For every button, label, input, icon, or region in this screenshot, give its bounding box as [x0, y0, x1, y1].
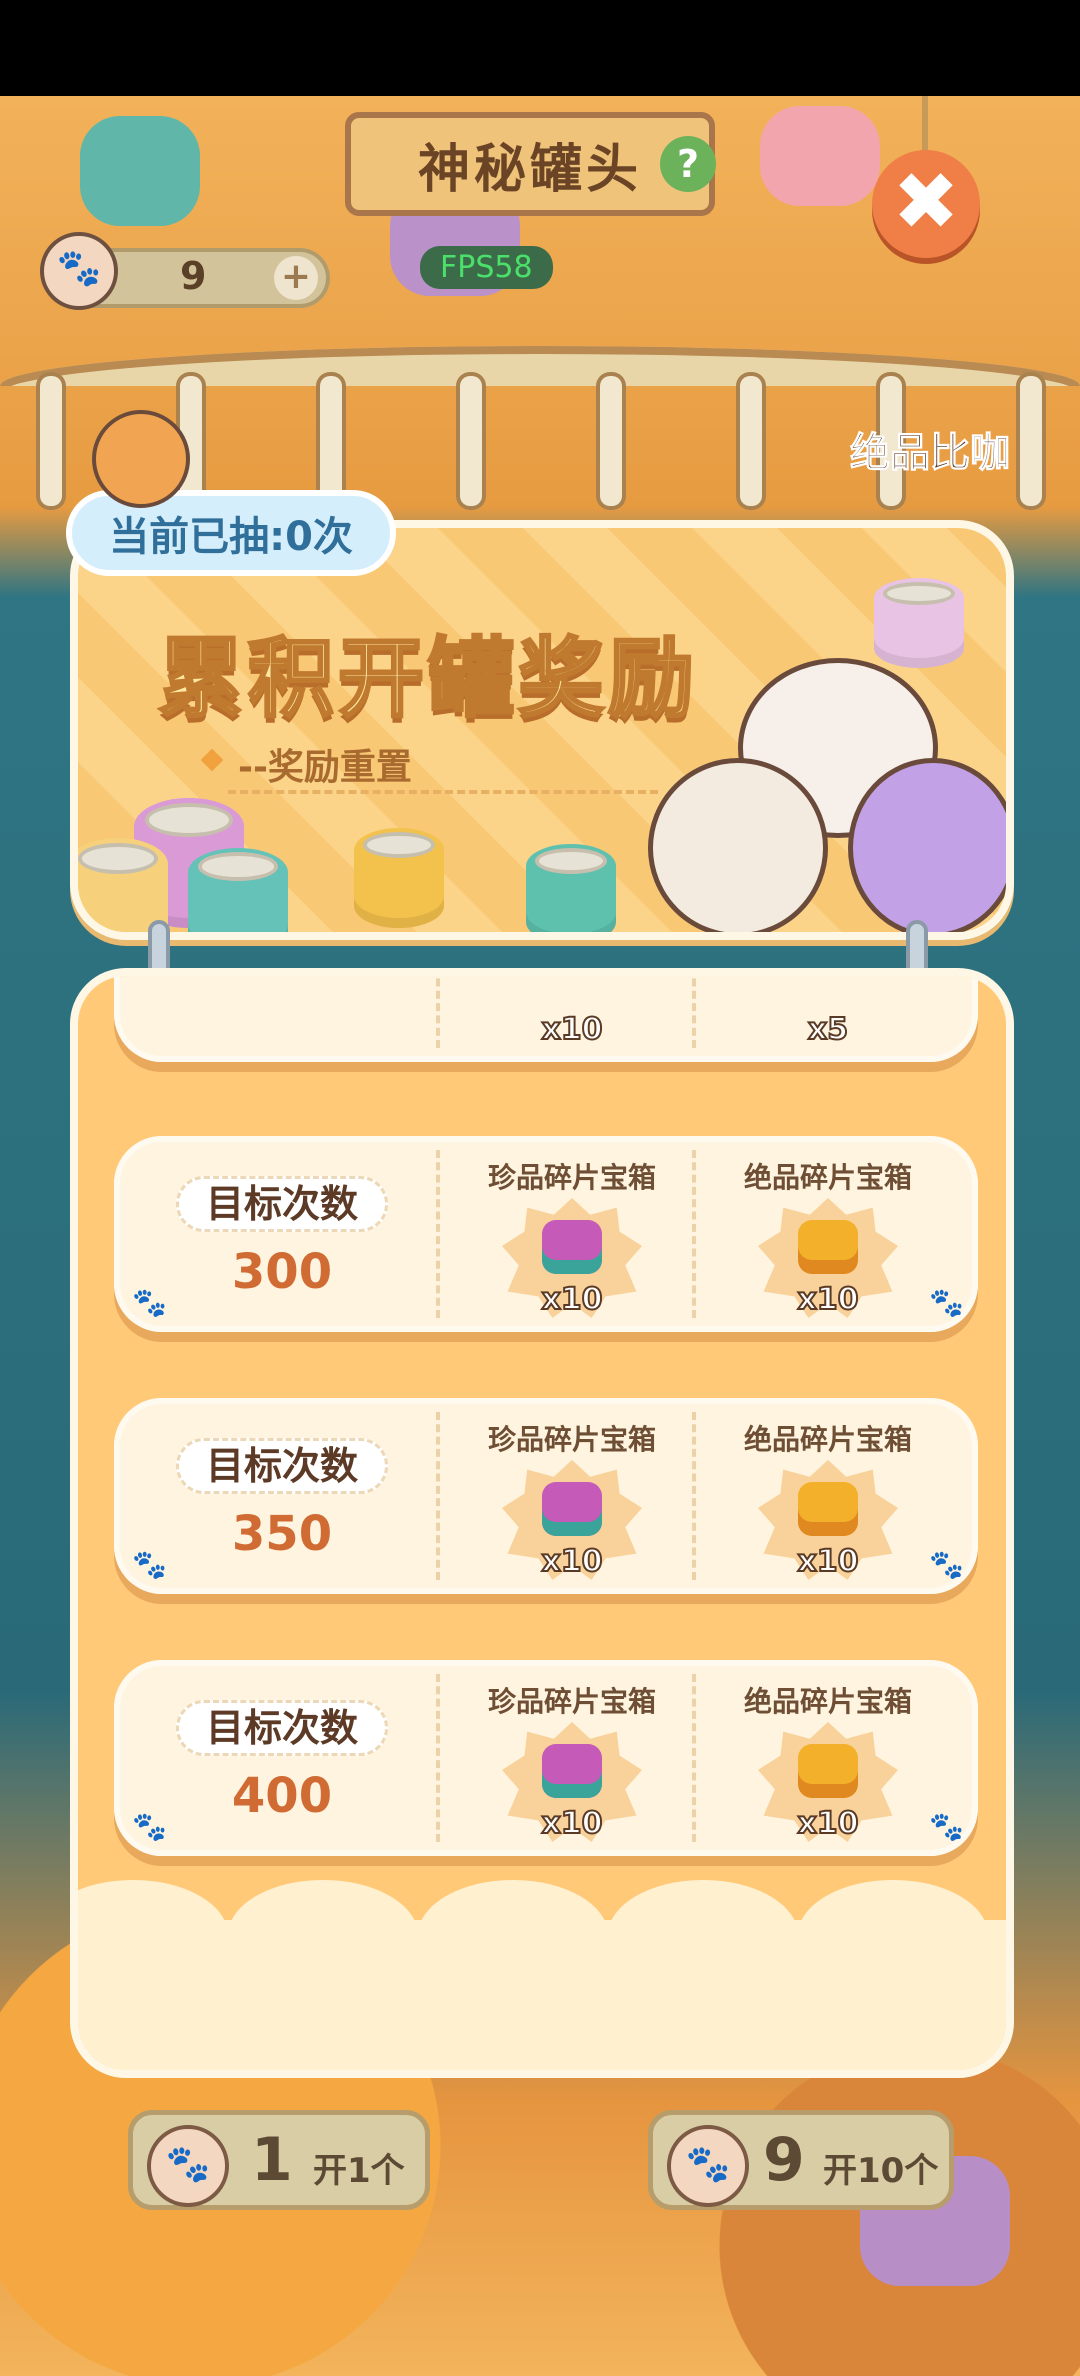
mascot: [648, 758, 828, 932]
reward-quantity: x10: [540, 1281, 603, 1318]
currency-count: 9: [180, 254, 207, 298]
status-bar: [0, 0, 1080, 96]
target-label: 目标次数: [176, 1176, 388, 1232]
currency-pill: 🐾 9 +: [40, 232, 330, 310]
draw-count: 当前已抽:0次: [109, 514, 353, 560]
fps-counter: FPS58: [420, 246, 553, 289]
paw-icon: 🐾: [929, 1548, 964, 1581]
paw-icon: 🐾: [929, 1286, 964, 1319]
fence-post: [40, 376, 62, 506]
reward-item[interactable]: 绝品碎片宝箱 x10: [706, 1660, 950, 1856]
can-illustration: [526, 844, 616, 932]
can-illustration: [188, 848, 288, 932]
reset-note: --奖励重置: [238, 738, 412, 790]
reward-name: 珍品碎片宝箱: [487, 1685, 656, 1718]
rare-chest-icon: [542, 1744, 602, 1798]
paw-icon: 🐾: [132, 1548, 167, 1581]
paw-icon: 🐾: [132, 1810, 167, 1843]
legendary-chest-icon: [798, 1482, 858, 1536]
reward-quantity: x10: [540, 1543, 603, 1580]
game-title: 神秘罐头: [417, 139, 642, 200]
target-label: 目标次数: [176, 1438, 388, 1494]
reward-name: 绝品碎片宝箱: [743, 1685, 912, 1718]
open-one-button[interactable]: 🐾 1 开1个: [128, 2110, 430, 2210]
paw-icon: 🐾: [929, 1810, 964, 1843]
reward-name: 珍品碎片宝箱: [487, 1161, 656, 1194]
paw-icon: 🐾: [667, 2125, 749, 2207]
reward-quantity: x10: [796, 1805, 859, 1842]
open-one-cost: 1: [251, 2125, 293, 2195]
reward-quantity: x10: [540, 1805, 603, 1842]
row-divider: [436, 1150, 440, 1318]
fence-post: [740, 376, 762, 506]
open-ten-label: 开10个: [823, 2151, 939, 2191]
reward-quantity: x10: [796, 1543, 859, 1580]
reward-name: 珍品碎片宝箱: [487, 1423, 656, 1456]
row-divider: [436, 1412, 440, 1580]
reward-name: 绝品碎片宝箱: [743, 1161, 912, 1194]
legendary-chest-icon: [798, 1744, 858, 1798]
panel-title: 累积开罐奖励: [157, 628, 698, 731]
reward-row: 目标次数 300 珍品碎片宝箱 x10 绝品碎片宝箱 x10 🐾 🐾: [114, 1136, 978, 1332]
close-tag-string: [922, 96, 928, 156]
can-illustration: [354, 828, 444, 928]
fence-post: [320, 376, 342, 506]
target-count: 400: [231, 1768, 333, 1824]
fence-post: [460, 376, 482, 506]
cat-mascot: [92, 410, 190, 508]
target-count: 300: [231, 1244, 333, 1300]
reward-item[interactable]: 珍品碎片宝箱 x10: [450, 1660, 694, 1856]
reward-row: 目标次数 350 珍品碎片宝箱 x10 绝品碎片宝箱 x10 🐾 🐾: [114, 1398, 978, 1594]
reward-name: 绝品碎片宝箱: [743, 1423, 912, 1456]
rare-chest-icon: [542, 1220, 602, 1274]
panel-wave-footer: [78, 1880, 1006, 2070]
background-can: [760, 106, 880, 206]
background-can: [80, 116, 200, 226]
reward-item[interactable]: 绝品碎片宝箱 x10: [706, 1398, 950, 1594]
open-ten-cost: 9: [763, 2125, 805, 2195]
close-button[interactable]: ✖: [872, 150, 980, 258]
reward-row: 目标次数 400 珍品碎片宝箱 x10 绝品碎片宝箱 x10 🐾 🐾: [114, 1660, 978, 1856]
side-label: 绝品比咖: [850, 430, 1011, 477]
row-divider: [436, 1674, 440, 1842]
fence-rail: [0, 346, 1080, 386]
reset-divider: [228, 790, 658, 794]
target-count: 350: [231, 1506, 333, 1562]
draw-count-badge: 当前已抽:0次: [66, 490, 396, 576]
paw-icon: 🐾: [147, 2125, 229, 2207]
reward-item[interactable]: 珍品碎片宝箱 x10: [450, 1398, 694, 1594]
help-icon[interactable]: ?: [660, 136, 716, 192]
add-currency-button[interactable]: +: [274, 256, 318, 300]
reward-quantity: x10: [540, 1011, 603, 1048]
legendary-chest-icon: [798, 1220, 858, 1274]
reward-quantity: x5: [807, 1011, 849, 1048]
paw-icon: 🐾: [40, 232, 118, 310]
fence-post: [600, 376, 622, 506]
open-ten-button[interactable]: 🐾 9 开10个: [648, 2110, 954, 2210]
reward-item[interactable]: 绝品碎片宝箱 x10: [706, 1136, 950, 1332]
open-one-label: 开1个: [313, 2151, 405, 2191]
row-divider: [436, 976, 440, 1048]
can-illustration: [874, 578, 964, 668]
paw-icon: 🐾: [132, 1286, 167, 1319]
reward-item[interactable]: 珍品碎片宝箱 x10: [450, 1136, 694, 1332]
purple-mascot: [848, 758, 1006, 932]
rare-chest-icon: [542, 1482, 602, 1536]
target-label: 目标次数: [176, 1700, 388, 1756]
reward-header-card: 累积开罐奖励 --奖励重置: [70, 520, 1014, 940]
fence-post: [1020, 376, 1042, 506]
reward-quantity: x10: [796, 1281, 859, 1318]
reward-list[interactable]: x10 x5 目标次数 300 珍品碎片宝箱 x10 绝品碎片宝箱 x10 🐾 …: [70, 968, 1014, 2078]
reward-row-partial: x10 x5: [114, 976, 978, 1062]
